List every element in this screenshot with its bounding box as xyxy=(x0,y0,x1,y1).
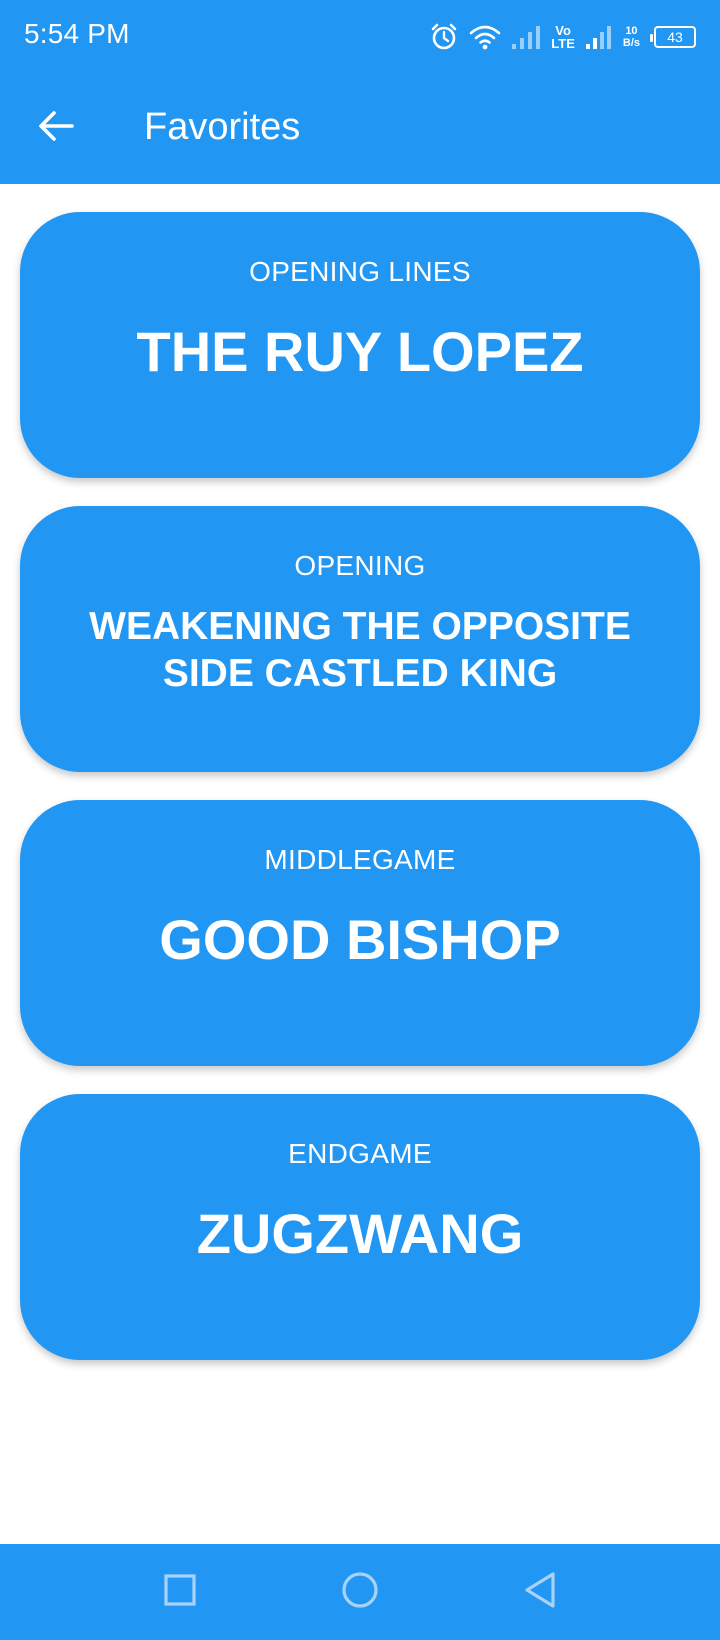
card-category: ENDGAME xyxy=(288,1138,432,1169)
card-title: WEAKENING THE OPPOSITE SIDE CASTLED KING xyxy=(89,605,631,695)
status-icons: Vo LTE 10 B/s 43 xyxy=(429,20,696,54)
alarm-icon xyxy=(429,22,459,52)
card-title: ZUGZWANG xyxy=(196,1202,524,1265)
back-triangle-icon xyxy=(522,1570,558,1615)
home-button[interactable] xyxy=(334,1566,386,1618)
recents-button[interactable] xyxy=(154,1566,206,1618)
volte-bottom-label: LTE xyxy=(551,36,575,51)
favorite-card-zugzwang[interactable]: ENDGAME ZUGZWANG xyxy=(20,1094,700,1360)
card-title: GOOD BISHOP xyxy=(159,908,561,971)
wifi-icon xyxy=(469,23,501,51)
page-title: Favorites xyxy=(144,106,301,148)
card-category: MIDDLEGAME xyxy=(264,844,456,875)
signal-icon xyxy=(585,24,613,50)
card-category: OPENING LINES xyxy=(249,256,471,287)
card-category: OPENING xyxy=(294,550,426,581)
favorite-card-ruy-lopez[interactable]: OPENING LINES THE RUY LOPEZ xyxy=(20,212,700,478)
volte-icon: Vo LTE xyxy=(551,24,575,50)
recents-square-icon xyxy=(163,1573,197,1612)
net-speed-value: 10 xyxy=(625,25,638,37)
toolbar: Favorites xyxy=(0,72,720,184)
favorite-card-good-bishop[interactable]: MIDDLEGAME GOOD BISHOP xyxy=(20,800,700,1066)
net-speed-unit: B/s xyxy=(622,37,640,49)
battery-level: 43 xyxy=(667,29,683,45)
signal-icon xyxy=(511,24,541,50)
back-button[interactable] xyxy=(20,98,92,158)
status-time: 5:54 PM xyxy=(24,18,130,49)
battery-icon: 43 xyxy=(650,26,696,48)
card-title: THE RUY LOPEZ xyxy=(136,320,584,383)
net-speed: 10 B/s xyxy=(623,25,640,49)
system-back-button[interactable] xyxy=(514,1566,566,1618)
status-bar: 5:54 PM Vo LTE 10 B/s 43 xyxy=(0,0,720,72)
favorites-list: OPENING LINES THE RUY LOPEZ OPENING WEAK… xyxy=(0,184,720,1544)
app-bar: 5:54 PM Vo LTE 10 B/s 43 Favorites xyxy=(0,0,720,184)
arrow-left-icon xyxy=(38,110,74,147)
system-nav-bar xyxy=(0,1544,720,1640)
home-circle-icon xyxy=(340,1570,380,1615)
favorite-card-weakening-castled-king[interactable]: OPENING WEAKENING THE OPPOSITE SIDE CAST… xyxy=(20,506,700,772)
